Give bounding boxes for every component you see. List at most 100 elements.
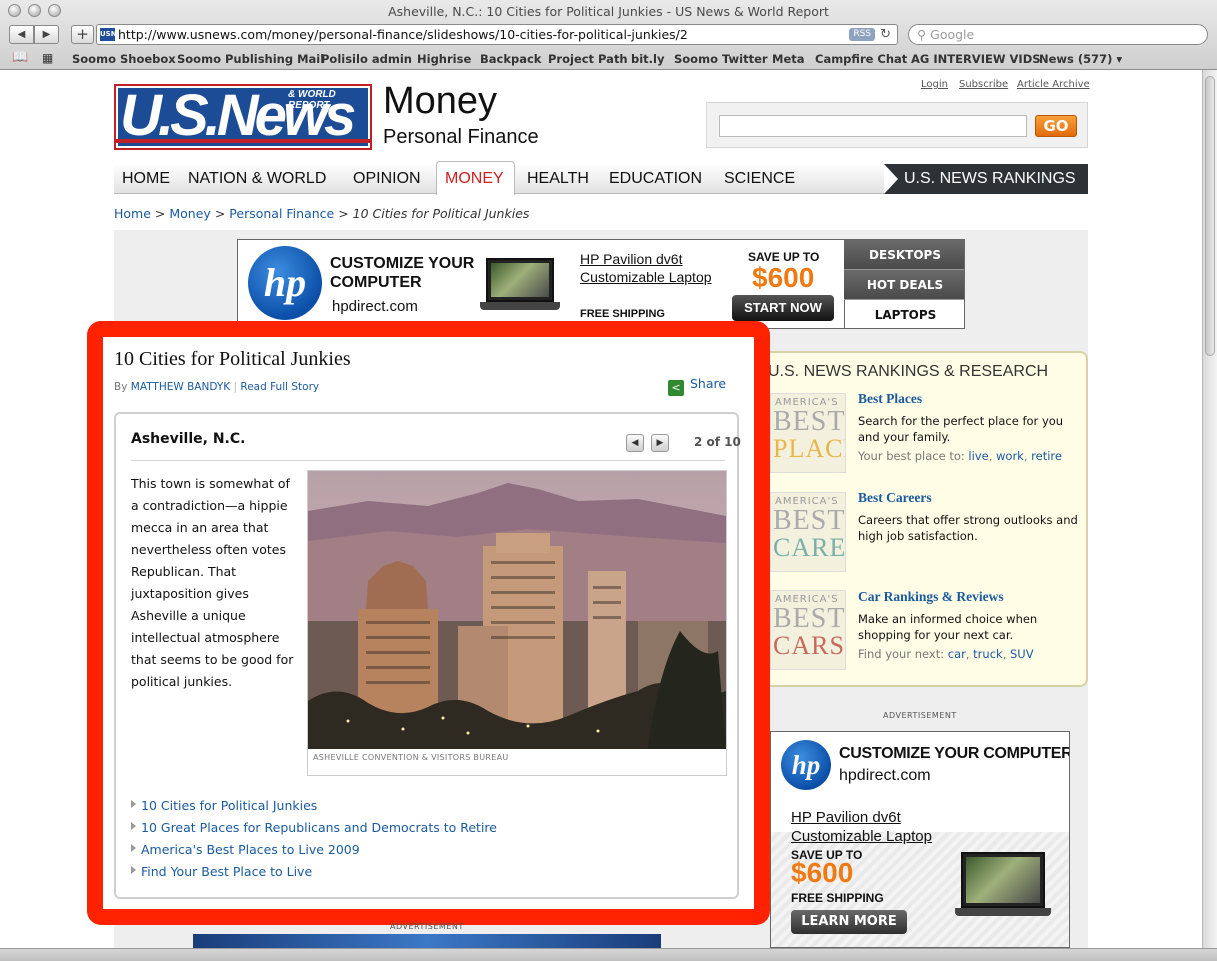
share-button[interactable]: < Share — [668, 376, 726, 396]
car-rankings-link[interactable]: Car Rankings & Reviews — [858, 589, 1004, 605]
breadcrumb-current: 10 Cities for Political Junkies — [352, 206, 530, 221]
nav-money[interactable]: MONEY — [445, 170, 504, 188]
reload-icon[interactable]: ↻ — [880, 25, 891, 44]
nav-health[interactable]: HEALTH — [527, 170, 589, 188]
side-ad-save-amount: $600 — [791, 857, 854, 888]
truck-link[interactable]: truck — [973, 647, 1003, 661]
live-link[interactable]: live — [968, 449, 988, 463]
previous-slide-button[interactable]: ◀ — [626, 434, 644, 452]
author-link[interactable]: MATTHEW BANDYK — [131, 381, 230, 393]
forward-button[interactable]: ▶ — [34, 25, 59, 44]
web-page: Login Subscribe Article Archive & WORLD … — [0, 70, 1217, 948]
web-search-input[interactable]: ⚲ Google — [908, 24, 1208, 45]
ad-laptops-button[interactable]: LAPTOPS — [844, 300, 964, 328]
bookmark-item[interactable]: Meta — [772, 52, 805, 66]
top-banner-ad[interactable]: hp CUSTOMIZE YOUR COMPUTER hpdirect.com … — [237, 239, 965, 329]
login-link[interactable]: Login — [921, 79, 948, 90]
share-icon: < — [668, 380, 684, 396]
side-ad[interactable]: hp CUSTOMIZE YOUR COMPUTER hpdirect.com … — [770, 731, 1070, 948]
nav-home[interactable]: HOME — [122, 170, 170, 188]
nav-education[interactable]: EDUCATION — [609, 170, 702, 188]
learn-more-button[interactable]: LEARN MORE — [791, 910, 907, 934]
related-link[interactable]: America's Best Places to Live 2009 — [131, 842, 497, 864]
related-link[interactable]: 10 Great Places for Republicans and Demo… — [131, 820, 497, 842]
forward-arrow-icon: ▶ — [42, 29, 51, 40]
thumb-best: BEST — [773, 603, 846, 634]
back-button[interactable]: ◀ — [9, 25, 34, 44]
next-slide-button[interactable]: ▶ — [651, 434, 669, 452]
bookmark-item[interactable]: Project Path — [548, 52, 628, 66]
usnews-logo[interactable]: & WORLD REPORT U.S.News — [114, 83, 372, 150]
related-link[interactable]: Find Your Best Place to Live — [131, 864, 497, 886]
breadcrumb-personal-finance[interactable]: Personal Finance — [229, 206, 334, 221]
hp-logo-icon: hp — [248, 246, 322, 320]
links-prefix: Find your next: — [858, 647, 945, 661]
best-careers-thumbnail[interactable]: AMERICA'S BEST CAREERS — [770, 492, 846, 572]
car-link[interactable]: car — [948, 647, 966, 661]
bookmark-item[interactable]: Soomo Publishing Mail — [177, 52, 324, 66]
ad-hot-deals-button[interactable]: HOT DEALS — [844, 270, 964, 300]
thumb-word: PLACES — [773, 434, 845, 463]
address-bar[interactable]: USN http://www.usnews.com/money/personal… — [96, 24, 898, 45]
best-careers-link[interactable]: Best Careers — [858, 490, 932, 506]
bookmark-item[interactable]: Soomo Shoebox — [72, 52, 176, 66]
nav-opinion[interactable]: OPINION — [353, 170, 421, 188]
thumb-word: CARS — [773, 631, 845, 660]
bookmark-item[interactable]: Soomo Twitter — [674, 52, 768, 66]
breadcrumb-money[interactable]: Money — [169, 206, 210, 221]
bottom-banner-ad[interactable] — [193, 934, 661, 948]
slide-photo-frame: ASHEVILLE CONVENTION & VISITORS BUREAU — [307, 470, 727, 776]
browser-chrome: Asheville, N.C.: 10 Cities for Political… — [0, 0, 1217, 70]
nav-usnews-rankings[interactable]: U.S. NEWS RANKINGS — [884, 164, 1088, 194]
rss-button[interactable]: RSS — [849, 28, 875, 41]
back-arrow-icon: ◀ — [17, 29, 26, 40]
add-bookmark-button[interactable]: + — [71, 25, 94, 44]
bookmark-item[interactable]: bit.ly — [631, 52, 664, 66]
search-placeholder: Google — [930, 27, 975, 42]
work-link[interactable]: work — [996, 449, 1024, 463]
car-rankings-desc: Make an informed choice when shopping fo… — [858, 612, 1038, 642]
best-cars-thumbnail[interactable]: AMERICA'S BEST CARS — [770, 590, 846, 670]
subscribe-link[interactable]: Subscribe — [959, 79, 1008, 90]
thumb-word: CAREERS — [773, 533, 846, 562]
best-places-thumbnail[interactable]: AMERICA'S BEST PLACES — [770, 393, 846, 473]
reading-list-icon[interactable]: 📖 — [12, 50, 28, 65]
best-places-desc: Search for the perfect place for you and… — [858, 414, 1064, 444]
thumb-best: BEST — [773, 505, 846, 536]
suv-link[interactable]: SUV — [1010, 647, 1034, 661]
bookmark-item[interactable]: Polisilo admin — [321, 52, 412, 66]
bookmark-item[interactable]: Backpack — [480, 52, 541, 66]
related-links: 10 Cities for Political Junkies 10 Great… — [131, 798, 497, 886]
bookmark-item[interactable]: AG INTERVIEW VIDS — [911, 52, 1041, 66]
asheville-skyline-photo — [308, 471, 726, 749]
window-title: Asheville, N.C.: 10 Cities for Political… — [388, 4, 829, 19]
slideshow-panel: Asheville, N.C. ◀ ▶ 2 of 10 This town is… — [114, 412, 741, 899]
read-full-story-link[interactable]: Read Full Story — [240, 381, 319, 393]
left-arrow-icon: ◀ — [631, 438, 639, 448]
ad-start-now-button[interactable]: START NOW — [732, 295, 834, 321]
site-search-input[interactable] — [719, 115, 1027, 137]
links-prefix: Your best place to: — [858, 449, 965, 463]
go-button[interactable]: GO — [1035, 115, 1077, 137]
ad-desktops-button[interactable]: DESKTOPS — [844, 240, 964, 270]
related-link[interactable]: 10 Cities for Political Junkies — [131, 798, 497, 820]
favicon: USN — [100, 28, 117, 41]
side-ad-headline: CUSTOMIZE YOUR COMPUTER — [839, 745, 1070, 762]
top-sites-grid-icon[interactable]: ▦ — [42, 51, 53, 65]
nav-nation-world[interactable]: NATION & WORLD — [188, 170, 326, 188]
bookmark-item[interactable]: Highrise — [417, 52, 471, 66]
bookmark-item[interactable]: Campfire Chat — [815, 52, 907, 66]
breadcrumb-separator: > — [338, 206, 349, 221]
retire-link[interactable]: retire — [1031, 449, 1062, 463]
best-places-link[interactable]: Best Places — [858, 391, 922, 407]
vertical-scrollbar[interactable] — [1202, 70, 1217, 948]
url-text: http://www.usnews.com/money/personal-fin… — [118, 27, 688, 42]
laptop-image — [955, 852, 1051, 916]
article-archive-link[interactable]: Article Archive — [1017, 79, 1090, 90]
breadcrumb-separator: > — [214, 206, 226, 221]
breadcrumb-home[interactable]: Home — [114, 206, 151, 221]
nav-science[interactable]: SCIENCE — [724, 170, 795, 188]
plus-icon: + — [76, 25, 89, 43]
bookmark-item[interactable]: News (577) ▾ — [1039, 52, 1122, 66]
scrollbar-thumb[interactable] — [1205, 76, 1215, 356]
